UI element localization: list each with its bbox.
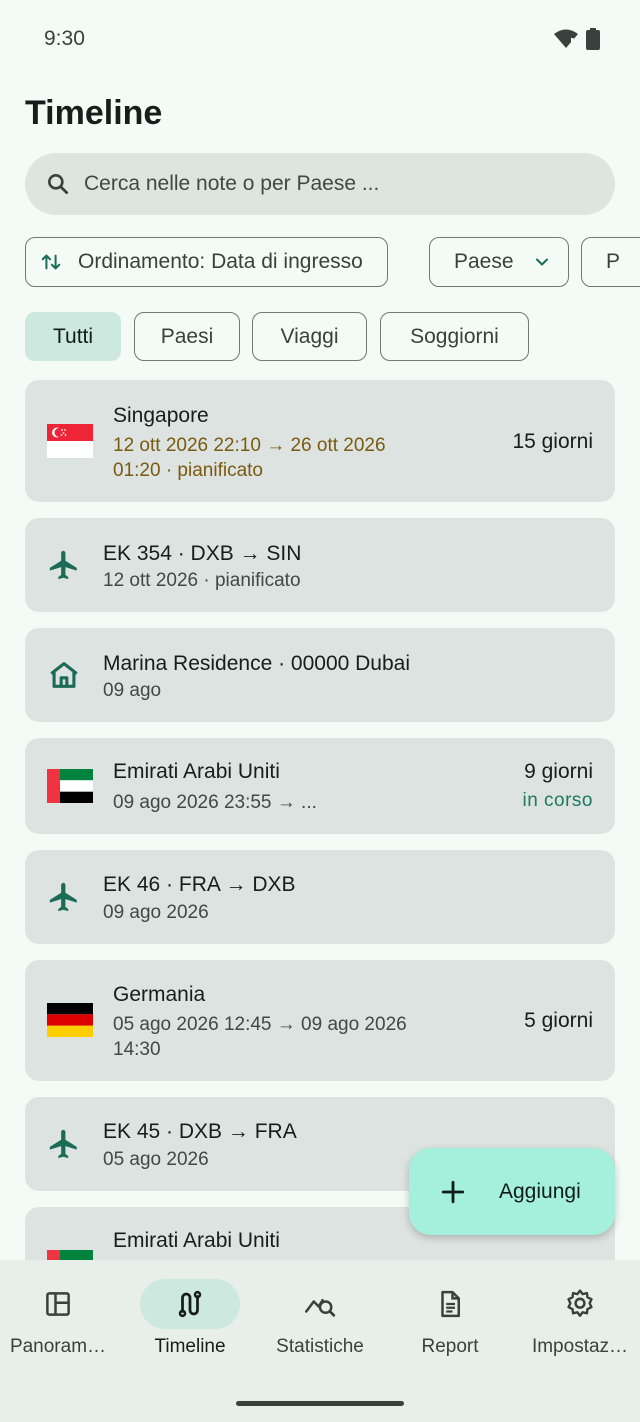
card-subtitle: 05 ago 2026 bbox=[103, 1149, 209, 1170]
timeline-card-flight[interactable]: EK 354 · DXB → SIN 12 ott 2026 · pianifi… bbox=[25, 518, 615, 612]
card-title: EK 354 · DXB → SIN bbox=[103, 542, 302, 565]
singapore-flag bbox=[47, 424, 93, 458]
search-input[interactable] bbox=[84, 172, 564, 196]
nav-label: Timeline bbox=[154, 1336, 226, 1357]
card-subtitle: 09 ago 2026 bbox=[103, 902, 209, 923]
card-title: Germania bbox=[113, 983, 206, 1006]
report-icon bbox=[441, 1290, 460, 1318]
card-title: Emirati Arabi Uniti bbox=[113, 1229, 280, 1252]
timeline-card-country[interactable]: Singapore 12 ott 2026 22:10 → 26 ott 202… bbox=[25, 380, 615, 502]
card-dates: 09 ago 2026 23:55 → ... bbox=[113, 792, 317, 813]
card-title: Singapore bbox=[113, 404, 209, 427]
uae-flag bbox=[47, 1250, 93, 1260]
card-title: Marina Residence · 00000 Dubai bbox=[103, 652, 411, 675]
add-button-label: Aggiungi bbox=[499, 1179, 581, 1203]
nav-label: Panoram… bbox=[9, 1336, 107, 1357]
card-subtitle: 09 ago bbox=[103, 680, 162, 701]
card-dates-cont: 14:30 bbox=[113, 1039, 161, 1060]
sort-arrows-icon bbox=[41, 254, 61, 270]
sort-chip[interactable]: Ordinamento: Data di ingresso bbox=[25, 237, 388, 287]
extra-chip-label: P bbox=[606, 250, 621, 273]
timeline-card-flight[interactable]: EK 46 · FRA → DXB 09 ago 2026 bbox=[25, 850, 615, 944]
airplane-icon bbox=[49, 1129, 77, 1159]
sort-chip-row: Ordinamento: Data di ingresso Paese P bbox=[25, 237, 640, 287]
card-duration: 5 giorni bbox=[524, 1009, 593, 1032]
status-time: 9:30 bbox=[44, 27, 85, 50]
search-bar[interactable] bbox=[25, 153, 615, 215]
card-title: EK 46 · FRA → DXB bbox=[103, 873, 296, 896]
filter-chip-all[interactable]: Tutti bbox=[25, 312, 121, 361]
timeline-icon bbox=[178, 1290, 202, 1318]
add-button[interactable]: Aggiungi bbox=[409, 1148, 615, 1235]
country-filter-chip[interactable]: Paese bbox=[429, 237, 569, 287]
country-chip-label: Paese bbox=[454, 250, 514, 273]
card-dates-cont: 01:20 · pianificato bbox=[113, 460, 263, 481]
nav-item-overview[interactable]: Panoram… bbox=[0, 1260, 122, 1370]
dashboard-icon bbox=[46, 1292, 70, 1316]
type-filter-row: Tutti Paesi Viaggi Soggiorni bbox=[25, 312, 615, 361]
status-icons bbox=[554, 28, 600, 50]
card-dates: 05 ago 2026 12:45 → 09 ago 2026 bbox=[113, 1014, 407, 1035]
nav-item-statistics[interactable]: Statistiche bbox=[256, 1260, 384, 1370]
nav-label: Statistiche bbox=[276, 1336, 364, 1357]
nav-item-timeline[interactable]: Timeline bbox=[126, 1260, 254, 1370]
card-title: Emirati Arabi Uniti bbox=[113, 760, 280, 783]
nav-label: Report bbox=[421, 1336, 479, 1357]
chevron-down-icon bbox=[535, 258, 548, 266]
wifi-icon bbox=[554, 29, 578, 48]
filter-chip-countries[interactable]: Paesi bbox=[134, 312, 240, 361]
battery-icon bbox=[586, 28, 600, 50]
airplane-icon bbox=[49, 882, 77, 912]
card-duration: 9 giorni bbox=[524, 760, 593, 783]
timeline-card-country[interactable]: Emirati Arabi Uniti 09 ago 2026 23:55 → … bbox=[25, 738, 615, 834]
germany-flag bbox=[47, 1003, 93, 1037]
nav-item-settings[interactable]: Impostaz… bbox=[516, 1260, 640, 1370]
plus-icon bbox=[441, 1180, 465, 1203]
timeline-card-country[interactable]: Germania 05 ago 2026 12:45 → 09 ago 2026… bbox=[25, 960, 615, 1081]
filter-chip-trips[interactable]: Viaggi bbox=[252, 312, 367, 361]
card-status: in corso bbox=[522, 790, 593, 811]
card-duration: 15 giorni bbox=[512, 430, 593, 453]
airplane-icon bbox=[49, 550, 77, 580]
statistics-icon bbox=[305, 1299, 336, 1317]
card-dates: 12 ott 2026 22:10 → 26 ott 2026 bbox=[113, 435, 386, 456]
card-subtitle: 12 ott 2026 · pianificato bbox=[103, 570, 301, 591]
home-indicator[interactable] bbox=[236, 1401, 404, 1406]
uae-flag bbox=[47, 769, 93, 803]
settings-icon bbox=[567, 1289, 593, 1317]
page-title: Timeline bbox=[25, 94, 163, 132]
status-bar: 9:30 bbox=[0, 0, 640, 78]
timeline-card-stay[interactable]: Marina Residence · 00000 Dubai 09 ago bbox=[25, 628, 615, 722]
house-icon bbox=[50, 662, 78, 688]
nav-item-report[interactable]: Report bbox=[386, 1260, 514, 1370]
filter-chip-stays[interactable]: Soggiorni bbox=[380, 312, 529, 361]
sort-chip-label: Ordinamento: Data di ingresso bbox=[78, 250, 363, 273]
extra-filter-chip[interactable]: P bbox=[581, 237, 640, 287]
bottom-navigation: Panoram… Timeline Statistiche Report Imp… bbox=[0, 1260, 640, 1422]
nav-label: Impostaz… bbox=[531, 1336, 629, 1357]
card-title: EK 45 · DXB → FRA bbox=[103, 1120, 297, 1143]
search-icon bbox=[48, 174, 69, 195]
